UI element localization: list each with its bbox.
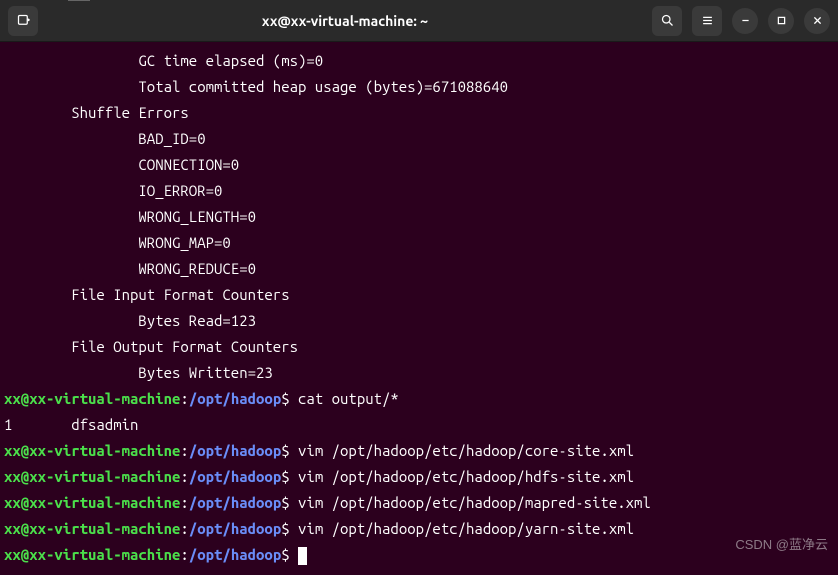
terminal-line: GC time elapsed (ms)=0 xyxy=(4,48,834,74)
prompt-path: /opt/hadoop xyxy=(189,546,281,563)
terminal-line: IO_ERROR=0 xyxy=(4,178,834,204)
close-button[interactable] xyxy=(804,8,830,34)
command-text: cat output/* xyxy=(298,390,399,407)
terminal-line: xx@xx-virtual-machine:/opt/hadoop$ cat o… xyxy=(4,386,834,412)
terminal-line: Bytes Read=123 xyxy=(4,308,834,334)
terminal-line: Bytes Written=23 xyxy=(4,360,834,386)
minimize-button[interactable] xyxy=(732,8,758,34)
terminal-line: WRONG_MAP=0 xyxy=(4,230,834,256)
terminal-line: xx@xx-virtual-machine:/opt/hadoop$ vim /… xyxy=(4,464,834,490)
terminal-line: BAD_ID=0 xyxy=(4,126,834,152)
window-title: xx@xx-virtual-machine: ~ xyxy=(44,13,646,29)
prompt-user-host: xx@xx-virtual-machine xyxy=(4,390,180,407)
terminal-line: xx@xx-virtual-machine:/opt/hadoop$ vim /… xyxy=(4,516,834,542)
prompt-user-host: xx@xx-virtual-machine xyxy=(4,520,180,537)
window-titlebar: xx@xx-virtual-machine: ~ xyxy=(0,0,838,42)
tab-indicator xyxy=(68,0,90,1)
prompt-path: /opt/hadoop xyxy=(189,520,281,537)
terminal-line: Total committed heap usage (bytes)=67108… xyxy=(4,74,834,100)
terminal-line: File Input Format Counters xyxy=(4,282,834,308)
terminal-line: WRONG_LENGTH=0 xyxy=(4,204,834,230)
command-text: vim /opt/hadoop/etc/hadoop/yarn-site.xml xyxy=(298,520,634,537)
command-text: vim /opt/hadoop/etc/hadoop/hdfs-site.xml xyxy=(298,468,634,485)
terminal-line: xx@xx-virtual-machine:/opt/hadoop$ vim /… xyxy=(4,438,834,464)
terminal-line: Shuffle Errors xyxy=(4,100,834,126)
new-tab-button[interactable] xyxy=(8,6,38,36)
prompt-path: /opt/hadoop xyxy=(189,468,281,485)
prompt-path: /opt/hadoop xyxy=(189,442,281,459)
command-text: vim /opt/hadoop/etc/hadoop/core-site.xml xyxy=(298,442,634,459)
terminal-pane[interactable]: GC time elapsed (ms)=0 Total committed h… xyxy=(0,42,838,575)
terminal-line: 1 dfsadmin xyxy=(4,412,834,438)
prompt-user-host: xx@xx-virtual-machine xyxy=(4,546,180,563)
terminal-line: CONNECTION=0 xyxy=(4,152,834,178)
terminal-line: xx@xx-virtual-machine:/opt/hadoop$ vim /… xyxy=(4,490,834,516)
maximize-button[interactable] xyxy=(768,8,794,34)
hamburger-menu-button[interactable] xyxy=(692,6,722,36)
terminal-line: xx@xx-virtual-machine:/opt/hadoop$ xyxy=(4,542,834,568)
cursor-block xyxy=(298,547,307,565)
search-button[interactable] xyxy=(652,6,682,36)
terminal-line: File Output Format Counters xyxy=(4,334,834,360)
prompt-path: /opt/hadoop xyxy=(189,390,281,407)
terminal-line: WRONG_REDUCE=0 xyxy=(4,256,834,282)
prompt-user-host: xx@xx-virtual-machine xyxy=(4,494,180,511)
command-text: vim /opt/hadoop/etc/hadoop/mapred-site.x… xyxy=(298,494,651,511)
prompt-user-host: xx@xx-virtual-machine xyxy=(4,468,180,485)
prompt-path: /opt/hadoop xyxy=(189,494,281,511)
prompt-user-host: xx@xx-virtual-machine xyxy=(4,442,180,459)
